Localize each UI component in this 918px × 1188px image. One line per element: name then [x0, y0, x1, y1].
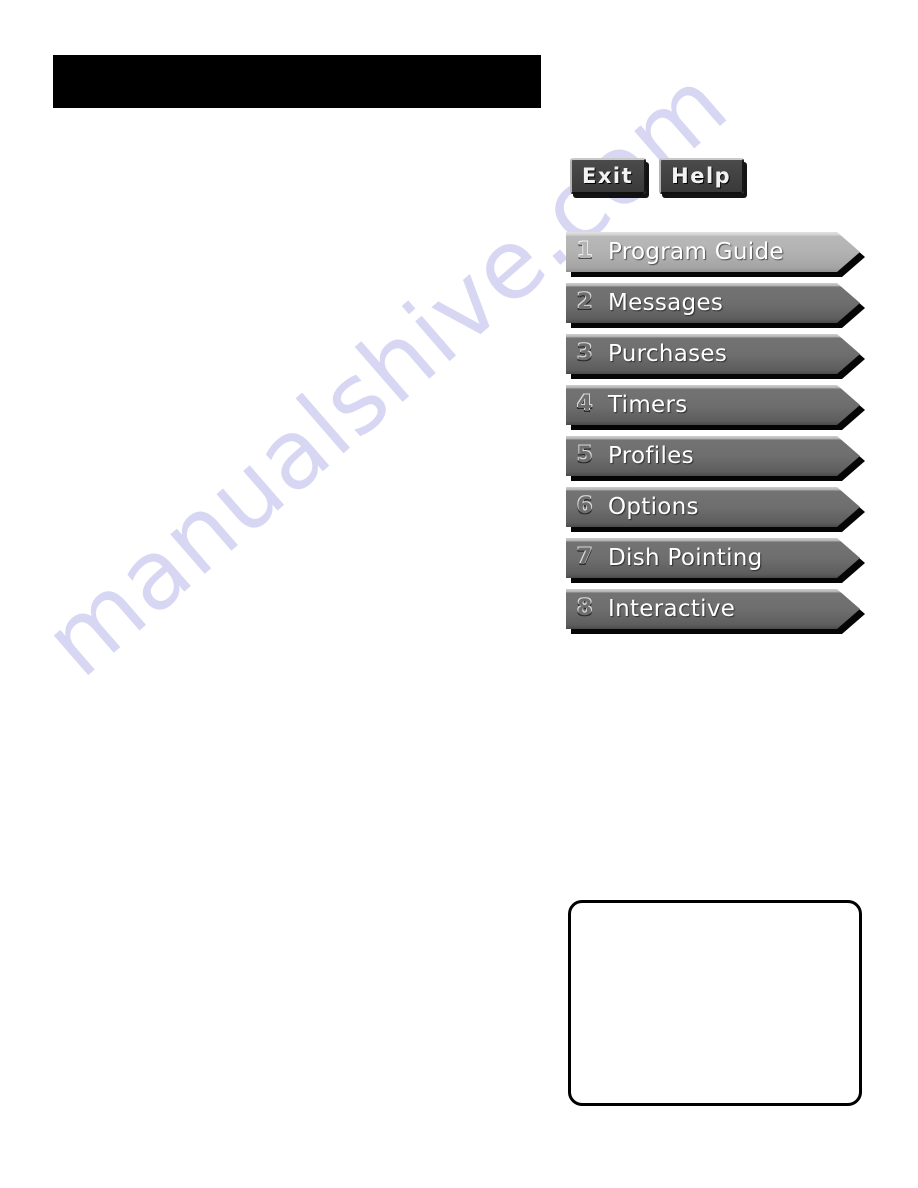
menu-item-label: Messages [608, 289, 724, 316]
menu-item-label: Interactive [608, 595, 736, 622]
menu-item-content: 5 Profiles [566, 436, 860, 476]
menu-item-content: 4 Timers [566, 385, 860, 425]
menu-item-number: 5 [577, 443, 593, 468]
menu-item-content: 2 Messages [566, 283, 860, 323]
menu-item-label: Program Guide [608, 238, 784, 265]
exit-button[interactable]: Exit [570, 158, 647, 194]
menu-item-timers[interactable]: 4 Timers [566, 385, 871, 430]
menu-item-label: Dish Pointing [608, 544, 763, 571]
exit-button-label: Exit [570, 158, 647, 194]
menu-item-label: Timers [608, 391, 688, 418]
menu-item-content: 8 Interactive [566, 589, 860, 629]
menu-toolbar: Exit Help [570, 158, 871, 194]
main-menu-list: 1 Program Guide 2 Messages 3 Purchases 4… [566, 232, 871, 634]
menu-item-program-guide[interactable]: 1 Program Guide [566, 232, 871, 277]
help-button-label: Help [659, 158, 745, 194]
menu-item-options[interactable]: 6 Options [566, 487, 871, 532]
page-title-banner [53, 55, 541, 108]
menu-item-messages[interactable]: 2 Messages [566, 283, 871, 328]
menu-item-interactive[interactable]: 8 Interactive [566, 589, 871, 634]
menu-item-number: 3 [577, 341, 593, 366]
menu-item-label: Purchases [608, 340, 728, 367]
menu-item-content: 1 Program Guide [566, 232, 860, 272]
menu-item-number: 7 [577, 545, 593, 570]
menu-item-label: Profiles [608, 442, 694, 469]
menu-item-label: Options [608, 493, 699, 520]
menu-item-number: 2 [577, 290, 593, 315]
menu-item-dish-pointing[interactable]: 7 Dish Pointing [566, 538, 871, 583]
help-button[interactable]: Help [659, 158, 745, 194]
menu-item-profiles[interactable]: 5 Profiles [566, 436, 871, 481]
menu-item-number: 4 [577, 392, 593, 417]
menu-item-content: 7 Dish Pointing [566, 538, 860, 578]
menu-item-number: 6 [577, 494, 593, 519]
note-callout-box [568, 900, 862, 1106]
menu-item-number: 1 [577, 239, 593, 264]
menu-item-content: 6 Options [566, 487, 860, 527]
note-callout-text [571, 903, 859, 923]
main-menu-panel: Exit Help 1 Program Guide 2 Messages 3 P… [566, 158, 871, 650]
menu-item-purchases[interactable]: 3 Purchases [566, 334, 871, 379]
menu-item-content: 3 Purchases [566, 334, 860, 374]
menu-item-number: 8 [577, 596, 593, 621]
